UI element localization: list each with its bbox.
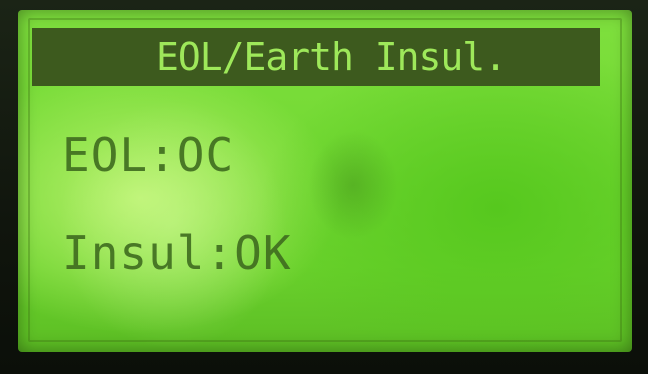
screen-reflection (308, 130, 398, 240)
device-frame: EOL/Earth Insul. EOL:OC Insul:OK (0, 0, 648, 374)
eol-status-line: EOL:OC (62, 128, 235, 182)
title-bar: EOL/Earth Insul. (32, 28, 600, 86)
screen-title: EOL/Earth Insul. (155, 35, 507, 79)
insulation-status-line: Insul:OK (62, 226, 292, 280)
